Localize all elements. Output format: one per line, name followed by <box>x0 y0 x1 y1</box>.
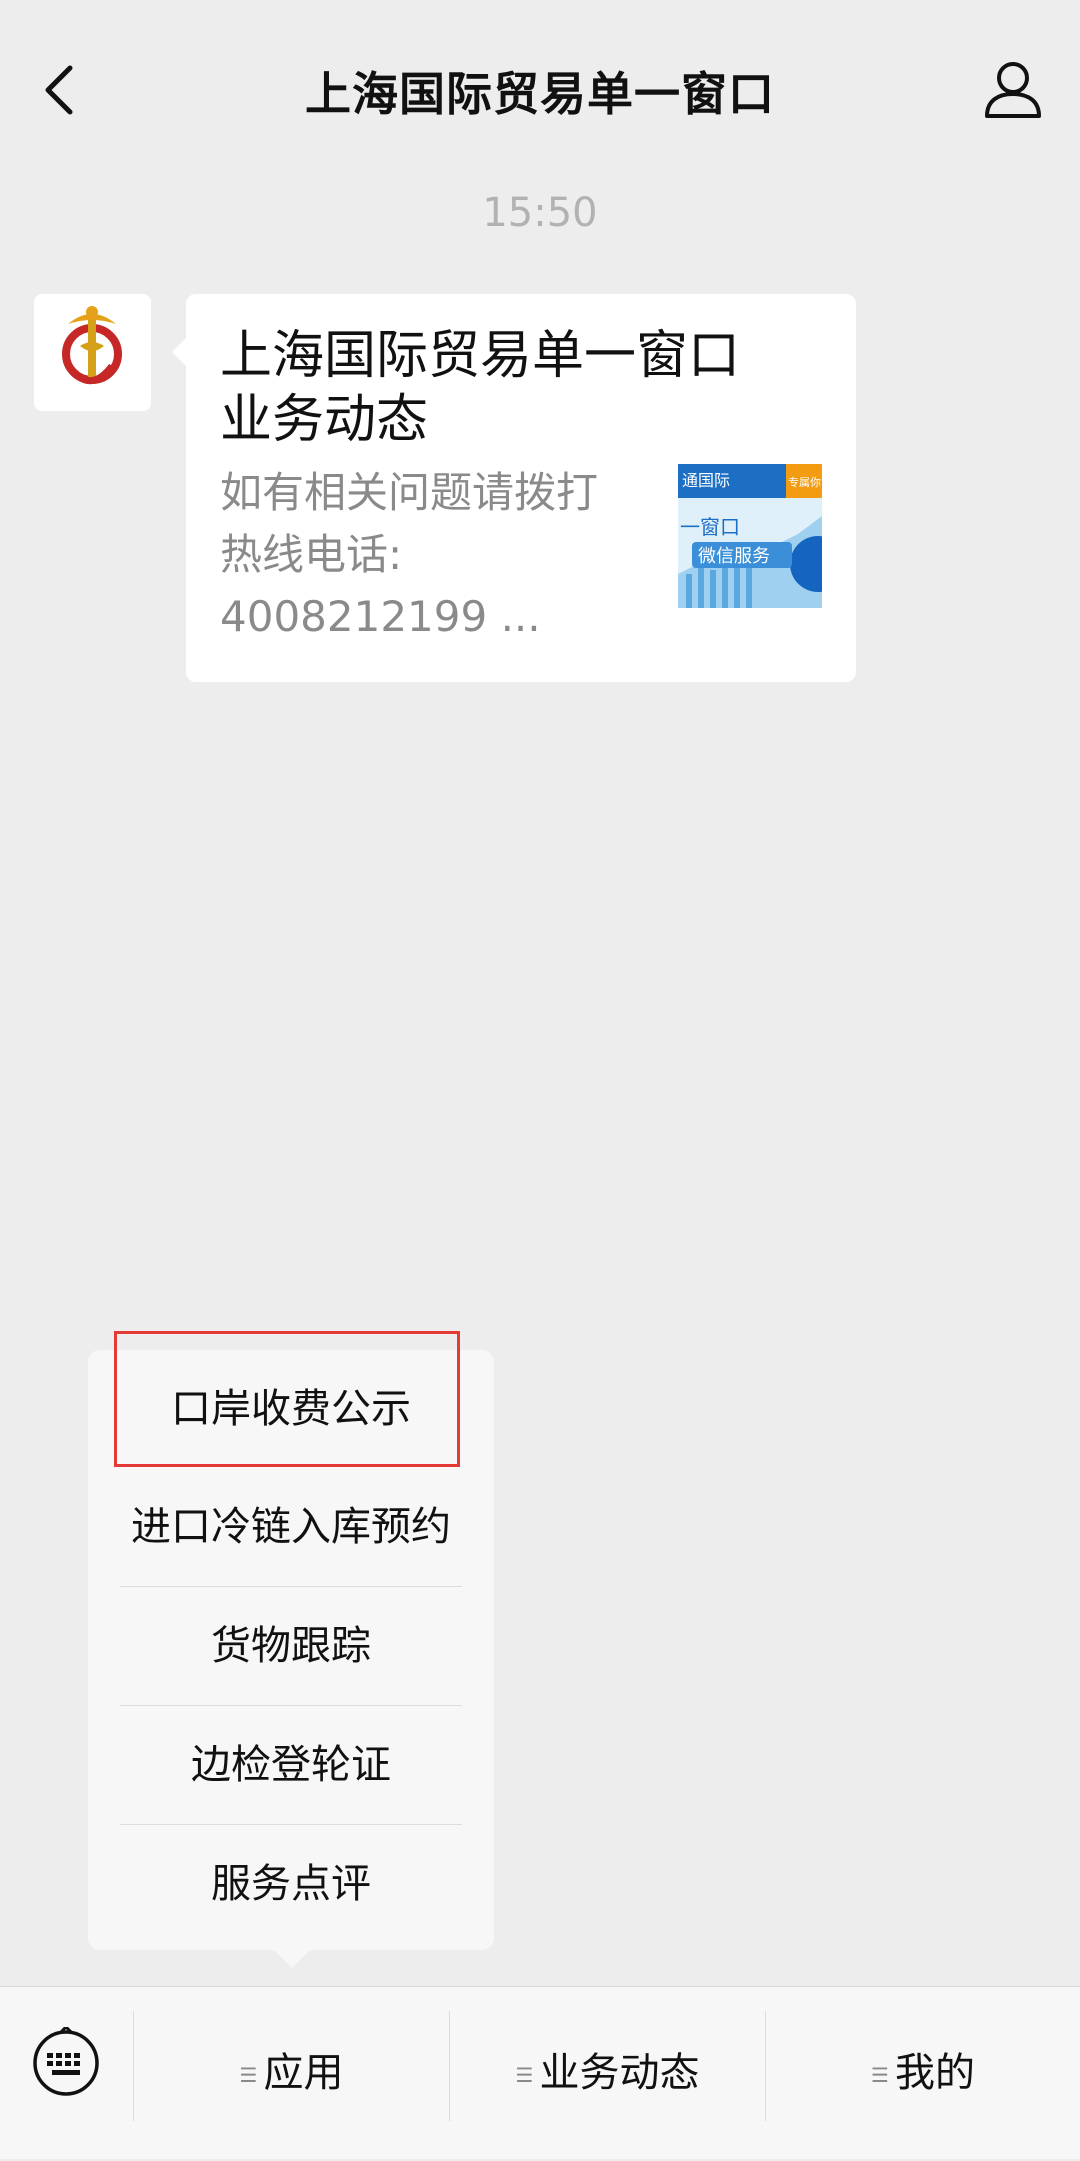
account-avatar[interactable] <box>34 294 151 411</box>
article-thumbnail: 通国际 专属你 一窗口 微信服务 <box>678 464 822 608</box>
keyboard-icon <box>33 2024 99 2096</box>
menu-lines-icon: ☰ <box>871 2063 889 2087</box>
nav-header: 上海国际贸易单一窗口 <box>0 0 1080 180</box>
menu-button-mine[interactable]: ☰ 我的 <box>766 1987 1080 2159</box>
menu-button-apps[interactable]: ☰ 应用 <box>134 1987 449 2159</box>
message-timestamp: 15:50 <box>482 190 598 236</box>
submenu-item-service-review[interactable]: 服务点评 <box>88 1825 494 1943</box>
article-desc-line: 如有相关问题请拨打 <box>220 468 599 517</box>
submenu-item-cold-chain[interactable]: 进口冷链入库预约 <box>88 1468 494 1586</box>
submenu-item-cargo-tracking[interactable]: 货物跟踪 <box>88 1587 494 1705</box>
menu-button-label: 业务动态 <box>539 2050 700 2096</box>
menu-button-label: 应用 <box>263 2050 344 2096</box>
thumbnail-line1: 一窗口 <box>680 516 740 539</box>
article-card[interactable]: 上海国际贸易单一窗口 业务动态 如有相关问题请拨打 热线电话: 40082121… <box>172 294 856 682</box>
article-desc-line: 热线电话: <box>220 530 403 579</box>
user-icon <box>985 62 1041 118</box>
page-title: 上海国际贸易单一窗口 <box>305 67 775 121</box>
menu-lines-icon: ☰ <box>239 2063 258 2087</box>
submenu-item-boarding-permit[interactable]: 边检登轮证 <box>88 1706 494 1824</box>
keyboard-toggle-button[interactable] <box>30 2024 102 2099</box>
article-title-line: 上海国际贸易单一窗口 <box>220 326 741 386</box>
article-title: 上海国际贸易单一窗口 业务动态 <box>220 324 820 452</box>
article-description: 如有相关问题请拨打 热线电话: 4008212199 ... <box>220 462 650 648</box>
thumbnail-top-text: 通国际 <box>682 472 730 490</box>
article-desc-line: 4008212199 ... <box>220 592 541 641</box>
bottom-menu-bar: ☰ 应用 ☰ 业务动态 ☰ 我的 <box>0 1986 1080 2159</box>
menu-button-label: 我的 <box>894 2050 975 2096</box>
thumbnail-badge: 专属你 <box>788 475 821 489</box>
thumbnail-line2: 微信服务 <box>698 546 770 566</box>
highlight-annotation <box>114 1331 460 1467</box>
profile-button[interactable] <box>982 58 1044 120</box>
menu-lines-icon: ☰ <box>515 2063 534 2087</box>
menu-button-business-news[interactable]: ☰ 业务动态 <box>450 1987 765 2159</box>
customs-emblem-icon <box>62 306 122 385</box>
article-title-line: 业务动态 <box>220 390 429 450</box>
